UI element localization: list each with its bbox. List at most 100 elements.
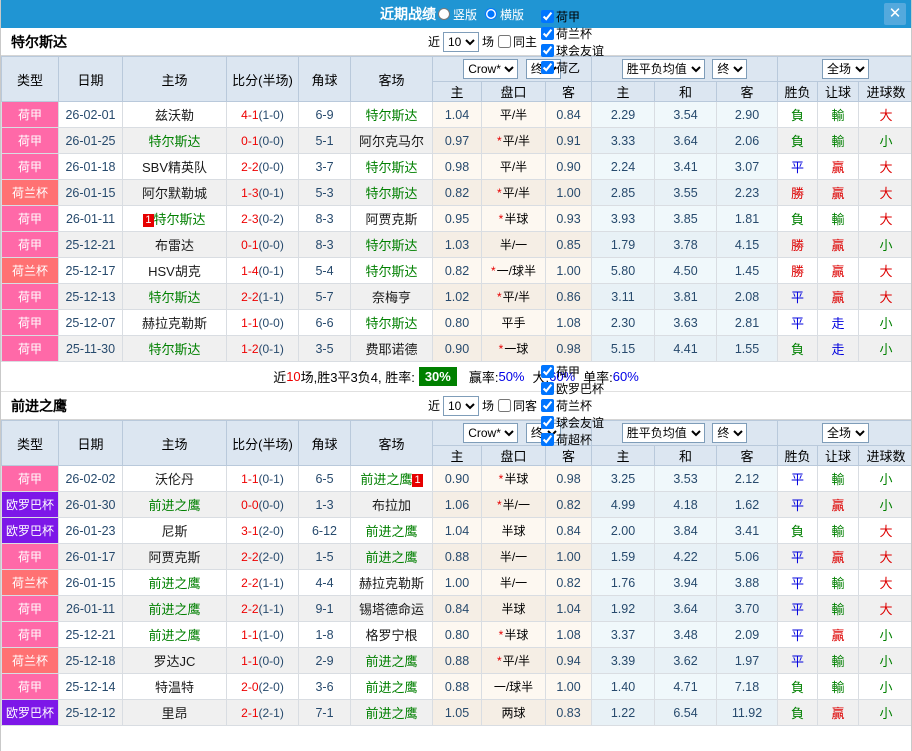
cell-avg-draw: 3.64 xyxy=(655,128,717,154)
cell-date: 26-01-18 xyxy=(59,154,123,180)
close-button[interactable]: ✕ xyxy=(884,3,906,25)
avg-final-select[interactable]: 终 xyxy=(712,423,747,443)
same-venue-filter[interactable]: 同主 xyxy=(498,33,537,50)
cell-corner: 3-7 xyxy=(299,154,351,180)
cell-corner: 6-6 xyxy=(299,310,351,336)
league-checkbox[interactable] xyxy=(541,365,554,378)
cell-result: 平 xyxy=(778,284,818,310)
avg-final-select[interactable]: 终 xyxy=(712,59,747,79)
col-header-avg-home: 主 xyxy=(592,82,655,102)
cell-avg-draw: 3.54 xyxy=(655,102,717,128)
league-filter[interactable]: 欧罗巴杯 xyxy=(541,380,604,397)
cell-home-team: 1特尔斯达 xyxy=(123,206,227,232)
cell-goals: 大 xyxy=(859,544,912,570)
table-row: 荷甲26-01-111特尔斯达2-3(0-2)8-3阿贾克斯0.95*半球0.9… xyxy=(2,206,912,232)
col-header-avg-away: 客 xyxy=(717,446,778,466)
cell-avg-away: 2.90 xyxy=(717,102,778,128)
cell-handicap: *平/半 xyxy=(482,284,546,310)
cell-odds-away: 1.00 xyxy=(546,544,592,570)
cell-odds-home: 0.82 xyxy=(433,180,482,206)
cell-avg-home: 2.30 xyxy=(592,310,655,336)
col-header-odds-away: 客 xyxy=(546,82,592,102)
league-checkbox[interactable] xyxy=(541,61,554,74)
league-filter[interactable]: 荷甲 xyxy=(541,363,604,380)
col-header-date: 日期 xyxy=(59,421,123,466)
league-checkbox[interactable] xyxy=(541,10,554,23)
cell-goals: 小 xyxy=(859,128,912,154)
league-checkbox[interactable] xyxy=(541,416,554,429)
cell-goals: 大 xyxy=(859,154,912,180)
table-row: 欧罗巴杯25-12-12里昂2-1(2-1)7-1前进之鹰1.05两球0.831… xyxy=(2,700,912,726)
same-venue-label: 同主 xyxy=(513,33,537,50)
cell-league: 荷甲 xyxy=(2,232,59,258)
league-filter[interactable]: 荷兰杯 xyxy=(541,397,604,414)
cell-handicap: *平/半 xyxy=(482,128,546,154)
cell-away-team: 前进之鹰 xyxy=(351,700,433,726)
col-header-handicap-result: 让球 xyxy=(818,446,859,466)
col-header-corner: 角球 xyxy=(299,57,351,102)
cell-score: 0-1(0-0) xyxy=(227,232,299,258)
cell-result: 平 xyxy=(778,596,818,622)
match-rows: 荷甲26-02-01兹沃勒4-1(1-0)6-9特尔斯达1.04平/半0.842… xyxy=(2,102,912,362)
same-venue-checkbox[interactable] xyxy=(498,399,511,412)
recent-count-select[interactable]: 10 xyxy=(443,396,479,416)
league-label: 荷兰杯 xyxy=(556,397,592,414)
team-section: 前进之鹰 近 10 场 同客 荷甲欧罗巴杯荷兰杯球会友谊荷超杯 xyxy=(1,392,911,726)
same-venue-checkbox[interactable] xyxy=(498,35,511,48)
cell-avg-home: 3.25 xyxy=(592,466,655,492)
team-section: 特尔斯达 近 10 场 同主 荷甲荷兰杯球会友谊荷乙 类型 xyxy=(1,28,911,392)
league-checkbox[interactable] xyxy=(541,27,554,40)
cell-avg-away: 1.62 xyxy=(717,492,778,518)
league-filter[interactable]: 荷乙 xyxy=(541,59,604,76)
team-name: 特尔斯达 xyxy=(11,32,67,52)
cell-handicap: 半/一 xyxy=(482,232,546,258)
cell-odds-home: 0.88 xyxy=(433,674,482,700)
cell-away-team: 特尔斯达 xyxy=(351,154,433,180)
league-filter[interactable]: 荷甲 xyxy=(541,8,604,25)
cell-away-team: 特尔斯达 xyxy=(351,180,433,206)
cell-avg-draw: 3.64 xyxy=(655,596,717,622)
same-venue-filter[interactable]: 同客 xyxy=(498,397,537,414)
avg-source-select[interactable]: 胜平负均值 xyxy=(622,59,705,79)
cell-avg-draw: 3.62 xyxy=(655,648,717,674)
home-team-name: HSV胡克 xyxy=(148,264,201,279)
league-filter[interactable]: 荷超杯 xyxy=(541,431,604,448)
cell-handicap: *半球 xyxy=(482,466,546,492)
home-team-name: 前进之鹰 xyxy=(148,576,200,591)
league-filter[interactable]: 球会友谊 xyxy=(541,414,604,431)
cell-odds-away: 0.91 xyxy=(546,128,592,154)
away-team-name: 费耶诺德 xyxy=(365,342,417,357)
recent-results-panel: 近期战绩 竖版横版 ✕ 特尔斯达 近 10 场 同主 荷甲荷兰杯球会友谊荷乙 xyxy=(0,0,912,751)
cell-avg-draw: 3.55 xyxy=(655,180,717,206)
fullmatch-select[interactable]: 全场 xyxy=(822,59,869,79)
recent-count-select[interactable]: 10 xyxy=(443,32,479,52)
home-team-name: 里昂 xyxy=(161,706,187,721)
cell-handicap: 平/半 xyxy=(482,154,546,180)
league-filters: 荷甲荷兰杯球会友谊荷乙 xyxy=(537,8,604,76)
avg-source-select[interactable]: 胜平负均值 xyxy=(622,423,705,443)
league-filter[interactable]: 荷兰杯 xyxy=(541,25,604,42)
match-filters: 近 10 场 同主 荷甲荷兰杯球会友谊荷乙 xyxy=(428,8,604,76)
cell-away-team: 奈梅亨 xyxy=(351,284,433,310)
league-checkbox[interactable] xyxy=(541,399,554,412)
cell-odds-away: 1.00 xyxy=(546,258,592,284)
league-checkbox[interactable] xyxy=(541,433,554,446)
cell-handicap-result: 贏 xyxy=(818,622,859,648)
cell-score: 2-1(2-1) xyxy=(227,700,299,726)
cell-away-team: 前进之鹰 xyxy=(351,518,433,544)
league-checkbox[interactable] xyxy=(541,382,554,395)
league-filter[interactable]: 球会友谊 xyxy=(541,42,604,59)
col-header-date: 日期 xyxy=(59,57,123,102)
cell-odds-away: 0.93 xyxy=(546,206,592,232)
cell-home-team: 阿贾克斯 xyxy=(123,544,227,570)
fullmatch-select[interactable]: 全场 xyxy=(822,423,869,443)
cell-corner: 5-7 xyxy=(299,284,351,310)
col-header-goals: 进球数 xyxy=(859,82,912,102)
cell-date: 26-01-30 xyxy=(59,492,123,518)
cell-avg-draw: 3.48 xyxy=(655,622,717,648)
cell-league: 欧罗巴杯 xyxy=(2,700,59,726)
league-checkbox[interactable] xyxy=(541,44,554,57)
cell-date: 25-12-14 xyxy=(59,674,123,700)
col-header-avg-draw: 和 xyxy=(655,446,717,466)
home-team-name: 阿贾克斯 xyxy=(148,550,200,565)
